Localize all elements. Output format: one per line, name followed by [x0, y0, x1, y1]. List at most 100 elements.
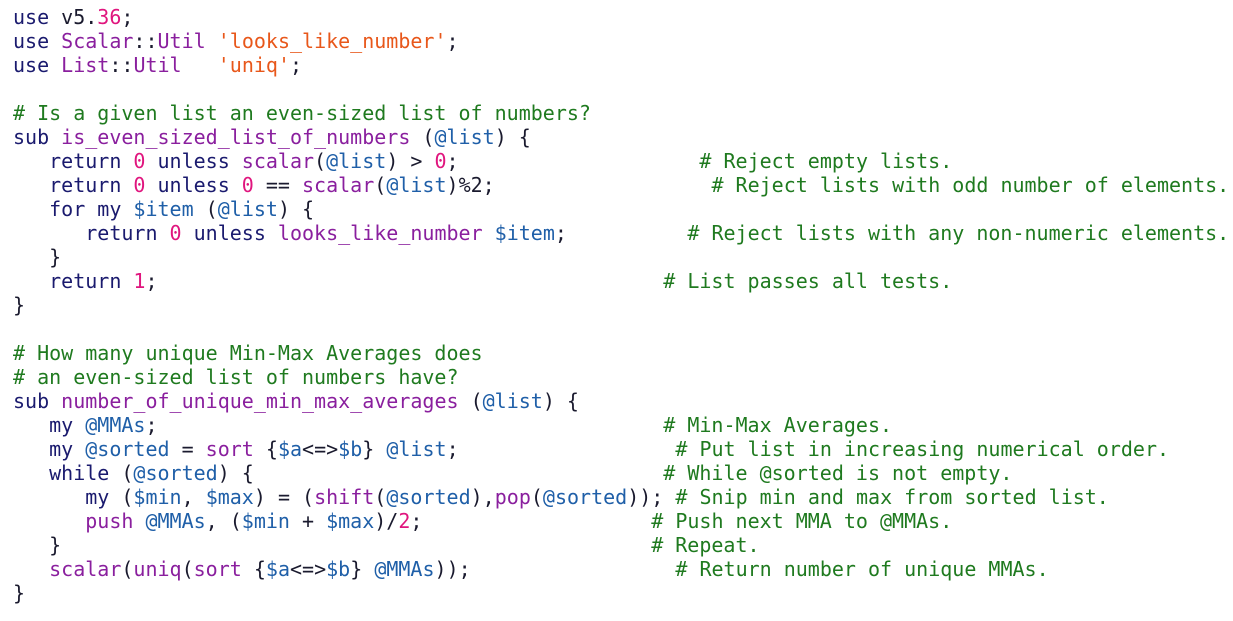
comment-token: # List passes all tests.: [663, 269, 953, 293]
function-token: looks_like_number: [277, 221, 483, 245]
function-token: uniq: [133, 557, 182, 581]
string-token: 'uniq': [217, 53, 290, 77]
plain-token: ;: [554, 221, 567, 245]
plain-token: ),: [470, 485, 495, 509]
code-line: # an even-sized list of numbers have?: [13, 365, 1229, 389]
variable-token: @MMAs: [145, 509, 206, 533]
variable-token: $b: [326, 557, 351, 581]
variable-token: $max: [205, 485, 254, 509]
number-token: 36: [97, 5, 122, 29]
function-token: pop: [494, 485, 531, 509]
keyword-token: my: [97, 197, 134, 221]
function-token: shift: [314, 485, 375, 509]
keyword-token: unless: [145, 149, 242, 173]
comment-token: # Min-Max Averages.: [663, 413, 893, 437]
keyword-token: return: [13, 269, 134, 293]
comment-token: # Reject empty lists.: [699, 149, 953, 173]
comment-token: # While @sorted is not empty.: [663, 461, 1013, 485]
keyword-token: return: [13, 221, 170, 245]
plain-token: ;: [410, 509, 423, 533]
variable-token: @list: [217, 197, 278, 221]
variable-token: @list: [434, 125, 495, 149]
plain-token: }: [13, 581, 26, 605]
function-token: sort: [193, 557, 242, 581]
variable-token: @list: [482, 389, 543, 413]
plain-token: (: [458, 389, 483, 413]
number-token: 2: [398, 509, 411, 533]
plain-token: (: [121, 461, 134, 485]
plain-token: ) = (: [253, 485, 315, 509]
plain-token: ;: [121, 5, 134, 29]
code-line: my @sorted = sort {$a<=>$b} @list; # Put…: [13, 437, 1229, 461]
code-line: return 1; # List passes all tests.: [13, 269, 1229, 293]
plain-token: (: [121, 557, 134, 581]
code-line: use List::Util 'uniq';: [13, 53, 1229, 77]
variable-token: $max: [326, 509, 375, 533]
code-line: sub is_even_sized_list_of_numbers (@list…: [13, 125, 1229, 149]
function-token: number_of_unique_min_max_averages: [61, 389, 459, 413]
variable-token: $item: [133, 197, 194, 221]
function-token: is_even_sized_list_of_numbers: [61, 125, 411, 149]
code-line: return 0 unless 0 == scalar(@list)%2; # …: [13, 173, 1229, 197]
comment-token: # Return number of unique MMAs.: [675, 557, 1049, 581]
code-editor[interactable]: use v5.36; use Scalar::Util 'looks_like_n…: [13, 5, 1229, 605]
plain-token: ));: [627, 485, 676, 509]
plain-token: ;: [446, 29, 459, 53]
plain-token: }: [13, 245, 62, 269]
code-line: for my $item (@list) {: [13, 197, 1229, 221]
number-token: 0: [241, 173, 254, 197]
code-line: use v5.36;: [13, 5, 1229, 29]
code-line: sub number_of_unique_min_max_averages (@…: [13, 389, 1229, 413]
plain-token: ==: [253, 173, 303, 197]
comment-token: # Reject lists with odd number of elemen…: [711, 173, 1230, 197]
plain-token: (: [530, 485, 543, 509]
keyword-token: sub: [13, 389, 62, 413]
keyword-token: my: [13, 437, 86, 461]
number-token: 0: [434, 149, 447, 173]
variable-token: $min: [133, 485, 182, 509]
variable-token: @list: [326, 149, 387, 173]
plain-token: ) >: [386, 149, 435, 173]
variable-token: @list: [386, 173, 447, 197]
function-token: List: [61, 53, 110, 77]
comment-token: # Push next MMA to @MMAs.: [651, 509, 953, 533]
keyword-token: unless: [181, 221, 278, 245]
keyword-token: my: [13, 413, 86, 437]
keyword-token: sub: [13, 125, 62, 149]
variable-token: @MMAs: [85, 413, 146, 437]
function-token: scalar: [13, 557, 122, 581]
plain-token: (: [121, 485, 134, 509]
comment-token: # Snip min and max from sorted list.: [675, 485, 1109, 509]
plain-token: ::: [133, 29, 158, 53]
variable-token: $a: [265, 557, 290, 581]
function-token: scalar: [241, 149, 315, 173]
code-line: }: [13, 245, 1229, 269]
comment-token: # an even-sized list of numbers have?: [13, 365, 459, 389]
plain-token: ;: [446, 149, 459, 173]
plain-token: )%2;: [446, 173, 495, 197]
code-line: scalar(uniq(sort {$a<=>$b} @MMAs)); # Re…: [13, 557, 1229, 581]
plain-token: ;: [289, 53, 303, 77]
code-line: use Scalar::Util 'looks_like_number';: [13, 29, 1229, 53]
code-line: return 0 unless scalar(@list) > 0; # Rej…: [13, 149, 1229, 173]
plain-token: ) {: [277, 197, 315, 221]
plain-token: ;: [145, 269, 158, 293]
string-token: 'looks_like_number': [217, 29, 447, 53]
plain-token: =: [169, 437, 206, 461]
plain-token: (: [314, 149, 327, 173]
plain-token: <=>: [302, 437, 339, 461]
plain-token: }: [350, 557, 375, 581]
number-token: 1: [133, 269, 146, 293]
code-line: } # Repeat.: [13, 533, 1229, 557]
number-token: 0: [133, 149, 146, 173]
function-token: push: [13, 509, 146, 533]
code-line: return 0 unless looks_like_number $item;…: [13, 221, 1229, 245]
